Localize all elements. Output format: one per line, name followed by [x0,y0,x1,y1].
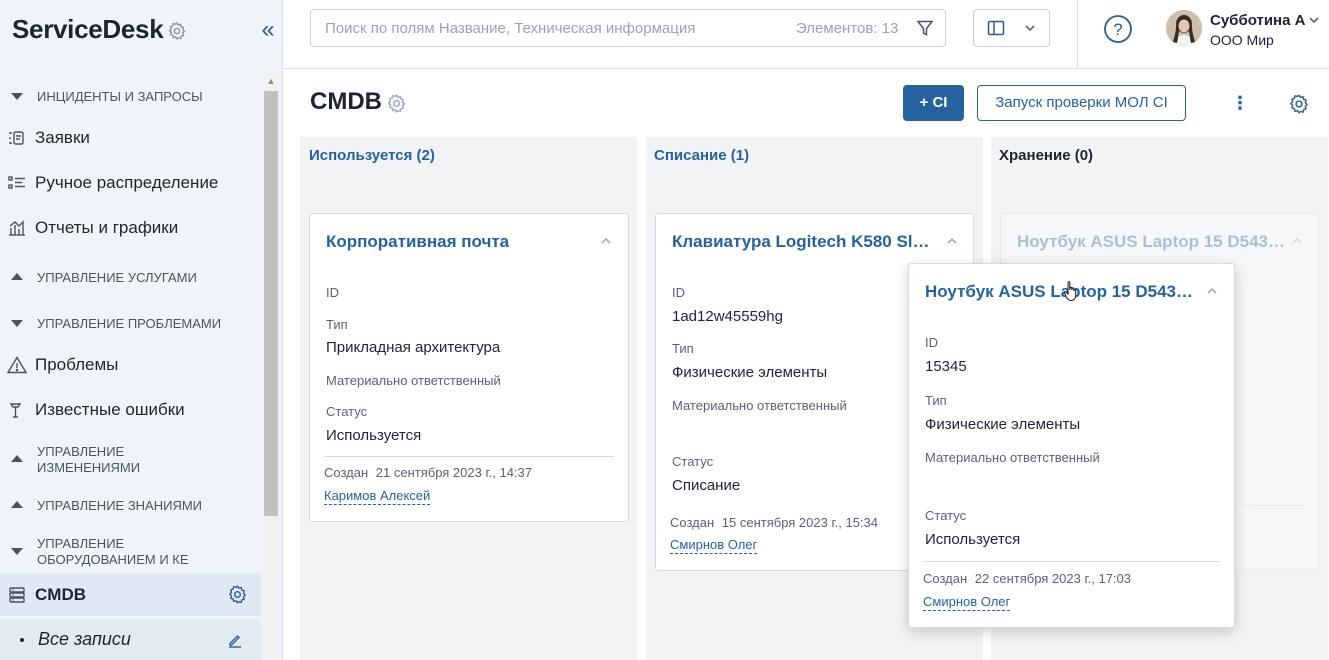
reports-icon [9,220,25,236]
field-label-type: Тип [672,341,694,356]
gear-icon[interactable] [167,21,187,41]
card-title[interactable]: Клавиатура Logitech K580 Slim [672,232,932,252]
column-title[interactable]: Используется (2) [309,147,435,164]
field-value-status: Списание [672,477,741,494]
card-title: Ноутбук ASUS Laptop 15 D543MA [1017,232,1287,251]
nav-group-equipment[interactable]: УПРАВЛЕНИЕ ОБОРУДОВАНИЕМ И КЕ [0,536,261,568]
edit-pencil-icon[interactable] [227,632,243,648]
add-ci-button[interactable]: + CI [903,85,964,121]
caret-down-icon [11,548,23,555]
board-column-in-use: Используется (2) Корпоративная почта ID … [300,137,637,660]
sidebar-item-cmdb[interactable]: CMDB [0,573,261,616]
field-label-type: Тип [925,393,947,408]
column-title[interactable]: Хранение (0) [999,147,1093,164]
caret-down-icon [11,320,23,327]
scroll-up-arrow[interactable]: ▲ [262,72,280,90]
caret-up-icon [11,273,23,280]
caret-down-icon [11,93,23,100]
chevron-down-icon [1025,25,1035,32]
sidebar: ServiceDesk « ▲ ИНЦИДЕНТЫ И ЗАПРОСЫ Заяв… [0,0,283,660]
card-divider [324,456,614,457]
help-icon[interactable]: ? [1103,14,1133,44]
search-input[interactable]: Поиск по полям Название, Техническая инф… [310,9,946,47]
cmdb-settings-gear-icon[interactable] [227,584,248,605]
card-title[interactable]: Корпоративная почта [326,232,596,252]
nav-group-knowledge[interactable]: УПРАВЛЕНИЕ ЗНАНИЯМИ [0,498,261,514]
top-header: Поиск по полям Название, Техническая инф… [283,0,1329,69]
field-label-id: ID [326,285,339,300]
field-label-owner: Материально ответственный [326,373,501,388]
sidebar-subitem-all-records[interactable]: Все записи [0,619,261,660]
column-title[interactable]: Списание (1) [654,147,749,164]
chevron-up-icon[interactable] [1206,286,1218,296]
field-value-type: Физические элементы [672,364,828,381]
field-value-status: Используется [925,531,1021,548]
chevron-up-icon[interactable] [946,236,958,246]
caret-up-icon [11,455,23,462]
bullet-icon [20,638,24,642]
card-divider [923,561,1220,562]
app-logo[interactable]: ServiceDesk [12,14,164,45]
field-label-status: Статус [672,454,714,469]
caret-up-icon [11,501,23,508]
field-label-type: Тип [326,317,348,332]
distribution-icon [8,176,25,189]
view-mode-button[interactable] [973,9,1050,47]
scrollbar-thumb[interactable] [264,91,278,516]
more-options-icon[interactable]: ⋮ [1231,93,1249,113]
dragged-ci-card[interactable]: Ноутбук ASUS Laptop 15 D543MA ID 15345 Т… [908,263,1235,628]
sidebar-item-problems[interactable]: Проблемы [0,350,261,380]
requests-icon [9,131,24,145]
author-link[interactable]: Каримов Алексей [324,488,431,505]
field-label-status: Статус [326,404,368,419]
created-info: Создан 22 сентября 2023 г., 17:03 [923,571,1131,586]
nav-group-problems[interactable]: УПРАВЛЕНИЕ ПРОБЛЕМАМИ [0,316,261,332]
field-value-id: 1ad12w45559hg [672,308,783,325]
columns-view-icon [987,20,1005,36]
header-divider [1077,0,1078,68]
field-value-id: 15345 [925,358,967,375]
field-value-type: Физические элементы [925,416,1081,433]
sidebar-item-known-errors[interactable]: Известные ошибки [0,395,261,425]
user-avatar[interactable] [1166,10,1202,46]
run-check-button[interactable]: Запуск проверки МОЛ CI [977,85,1186,121]
database-icon [9,587,25,603]
avatar-image [1166,10,1202,46]
field-label-status: Статус [925,508,967,523]
collapse-sidebar-button[interactable]: « [256,18,280,43]
sidebar-item-manual-distribution[interactable]: Ручное распределение [0,168,261,198]
chevron-up-icon[interactable] [600,236,612,246]
svg-text:?: ? [1113,20,1122,39]
nav-group-changes[interactable]: УПРАВЛЕНИЕ ИЗМЕНЕНИЯМИ [0,444,261,476]
chevron-down-icon[interactable] [1308,14,1320,26]
sidebar-item-requests[interactable]: Заявки [0,123,261,153]
created-info: Создан 15 сентября 2023 г., 15:34 [670,515,878,530]
author-link[interactable]: Смирнов Олег [670,537,758,554]
hand-cursor-icon [1063,281,1077,302]
field-label-id: ID [925,335,938,350]
sidebar-item-reports[interactable]: Отчеты и графики [0,213,261,243]
warning-icon [7,356,27,374]
gear-icon[interactable] [386,93,407,114]
nav-group-incidents[interactable]: ИНЦИДЕНТЫ И ЗАПРОСЫ [0,89,261,105]
field-value-type: Прикладная архитектура [326,339,501,356]
known-errors-icon [9,403,22,418]
created-info: Создан 21 сентября 2023 г., 14:37 [324,465,532,480]
user-org: ООО Мир [1210,32,1274,48]
settings-gear-icon[interactable] [1288,93,1310,115]
user-name[interactable]: Субботина А [1210,12,1305,29]
field-value-status: Используется [326,427,422,444]
ci-card[interactable]: Корпоративная почта ID Тип Прикладная ар… [309,213,629,522]
field-label-id: ID [672,285,685,300]
field-label-owner: Материально ответственный [925,450,1100,465]
page-title: CMDB [310,88,382,115]
author-link[interactable]: Смирнов Олег [923,594,1011,611]
elements-count: Элементов: 13 [796,20,899,37]
nav-group-services[interactable]: УПРАВЛЕНИЕ УСЛУГАМИ [0,270,261,286]
field-label-owner: Материально ответственный [672,398,847,413]
chevron-up-icon [1292,237,1302,244]
filter-icon[interactable] [916,19,934,37]
